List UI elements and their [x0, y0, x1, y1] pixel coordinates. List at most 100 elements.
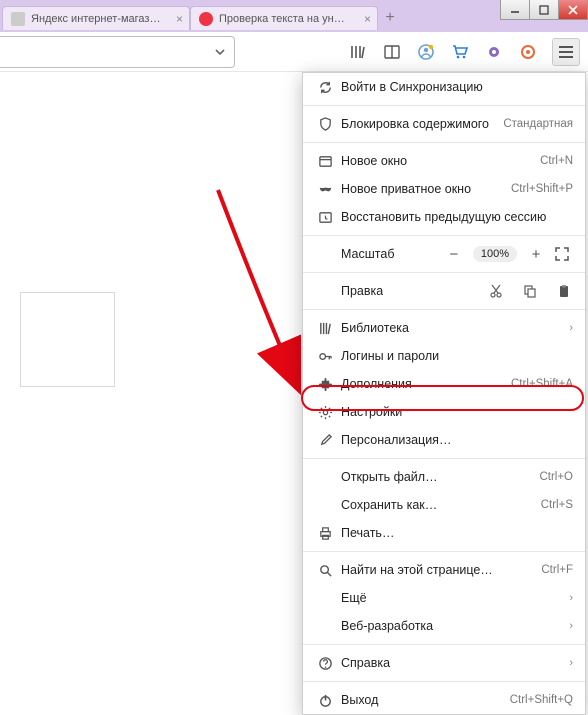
menu-item-more[interactable]: Ещё ›	[303, 584, 585, 612]
tab-title: Проверка текста на уника…	[219, 13, 349, 25]
restore-icon	[315, 210, 335, 225]
gear-icon	[315, 405, 335, 420]
menu-shortcut: Ctrl+Shift+A	[511, 378, 573, 390]
menu-label: Дополнения	[341, 377, 511, 391]
separator	[303, 644, 585, 645]
menu-shortcut: Ctrl+Shift+Q	[510, 694, 573, 706]
puzzle-icon	[315, 377, 335, 392]
menu-item-edit: Правка	[303, 277, 585, 305]
menu-item-logins[interactable]: Логины и пароли	[303, 342, 585, 370]
menu-item-webdev[interactable]: Веб-разработка ›	[303, 612, 585, 640]
window-icon	[315, 154, 335, 169]
zoom-value: 100%	[473, 246, 517, 262]
favicon-icon	[199, 12, 213, 26]
print-icon	[315, 526, 335, 541]
reader-icon[interactable]	[382, 42, 402, 62]
menu-label: Войти в Синхронизацию	[341, 80, 573, 94]
menu-label: Печать…	[341, 526, 573, 540]
fullscreen-button[interactable]	[555, 247, 573, 261]
chevron-right-icon: ›	[563, 620, 573, 632]
maximize-button[interactable]	[529, 0, 559, 20]
menu-item-zoom: Масштаб − 100% +	[303, 240, 585, 268]
toolbar-icons	[348, 38, 588, 66]
chevron-right-icon: ›	[563, 322, 573, 334]
mask-icon	[315, 182, 335, 197]
menu-label: Персонализация…	[341, 433, 573, 447]
cart-icon[interactable]	[450, 42, 470, 62]
account-icon[interactable]	[416, 42, 436, 62]
extension-icon[interactable]	[484, 42, 504, 62]
browser-tab[interactable]: Яндекс интернет-магазин п… ×	[2, 6, 190, 30]
separator	[303, 272, 585, 273]
zoom-out-button[interactable]: −	[445, 246, 463, 263]
copy-button[interactable]	[523, 284, 539, 298]
menu-item-addons[interactable]: Дополнения Ctrl+Shift+A	[303, 370, 585, 398]
close-tab-icon[interactable]: ×	[364, 12, 371, 26]
menu-label: Логины и пароли	[341, 349, 573, 363]
menu-right-text: Стандартная	[503, 118, 573, 130]
separator	[303, 235, 585, 236]
menu-item-help[interactable]: Справка ›	[303, 649, 585, 677]
menu-label: Веб-разработка	[341, 619, 563, 633]
brush-icon	[315, 433, 335, 448]
app-menu: Войти в Синхронизацию Блокировка содержи…	[302, 72, 586, 715]
power-icon	[315, 693, 335, 708]
extension-icon[interactable]	[518, 42, 538, 62]
tab-title: Яндекс интернет-магазин п…	[31, 13, 161, 25]
menu-item-new-window[interactable]: Новое окно Ctrl+N	[303, 147, 585, 175]
menu-item-save-as[interactable]: Сохранить как… Ctrl+S	[303, 491, 585, 519]
menu-item-sync[interactable]: Войти в Синхронизацию	[303, 73, 585, 101]
menu-item-private-window[interactable]: Новое приватное окно Ctrl+Shift+P	[303, 175, 585, 203]
minimize-button[interactable]	[500, 0, 530, 20]
menu-shortcut: Ctrl+Shift+P	[511, 183, 573, 195]
menu-label: Правка	[341, 284, 383, 298]
chevron-right-icon: ›	[563, 657, 573, 669]
new-tab-button[interactable]: +	[378, 6, 402, 30]
url-dropdown[interactable]	[0, 36, 235, 68]
close-window-button[interactable]	[558, 0, 588, 20]
menu-label: Ещё	[341, 591, 563, 605]
titlebar: Яндекс интернет-магазин п… × Проверка те…	[0, 0, 588, 32]
menu-item-restore-session[interactable]: Восстановить предыдущую сессию	[303, 203, 585, 231]
sync-icon	[315, 80, 335, 95]
paste-button[interactable]	[557, 284, 573, 298]
menu-label: Блокировка содержимого	[341, 117, 503, 131]
menu-shortcut: Ctrl+F	[541, 564, 573, 576]
separator	[303, 105, 585, 106]
tab-strip: Яндекс интернет-магазин п… × Проверка те…	[0, 0, 402, 30]
separator	[303, 309, 585, 310]
menu-item-settings[interactable]: Настройки	[303, 398, 585, 426]
menu-item-find[interactable]: Найти на этой странице… Ctrl+F	[303, 556, 585, 584]
separator	[303, 681, 585, 682]
navbar	[0, 32, 588, 72]
menu-item-blocking[interactable]: Блокировка содержимого Стандартная	[303, 110, 585, 138]
menu-label: Справка	[341, 656, 563, 670]
chevron-down-icon	[214, 46, 226, 58]
menu-label: Библиотека	[341, 321, 563, 335]
menu-item-customize[interactable]: Персонализация…	[303, 426, 585, 454]
menu-shortcut: Ctrl+N	[540, 155, 573, 167]
menu-item-library[interactable]: Библиотека ›	[303, 314, 585, 342]
menu-label: Сохранить как…	[341, 498, 541, 512]
menu-label: Выход	[341, 693, 510, 707]
zoom-in-button[interactable]: +	[527, 246, 545, 263]
menu-button[interactable]	[552, 38, 580, 66]
cut-button[interactable]	[489, 284, 505, 298]
menu-shortcut: Ctrl+O	[539, 471, 573, 483]
close-tab-icon[interactable]: ×	[176, 12, 183, 26]
menu-label: Найти на этой странице…	[341, 563, 541, 577]
menu-label: Открыть файл…	[341, 470, 539, 484]
chevron-right-icon: ›	[563, 592, 573, 604]
menu-item-exit[interactable]: Выход Ctrl+Shift+Q	[303, 686, 585, 714]
help-icon	[315, 656, 335, 671]
menu-label: Восстановить предыдущую сессию	[341, 210, 573, 224]
separator	[303, 142, 585, 143]
browser-tab[interactable]: Проверка текста на уника… ×	[190, 6, 378, 30]
menu-item-open-file[interactable]: Открыть файл… Ctrl+O	[303, 463, 585, 491]
library-icon[interactable]	[348, 42, 368, 62]
window-controls	[501, 0, 588, 20]
menu-shortcut: Ctrl+S	[541, 499, 573, 511]
key-icon	[315, 349, 335, 364]
menu-item-print[interactable]: Печать…	[303, 519, 585, 547]
library-icon	[315, 321, 335, 336]
